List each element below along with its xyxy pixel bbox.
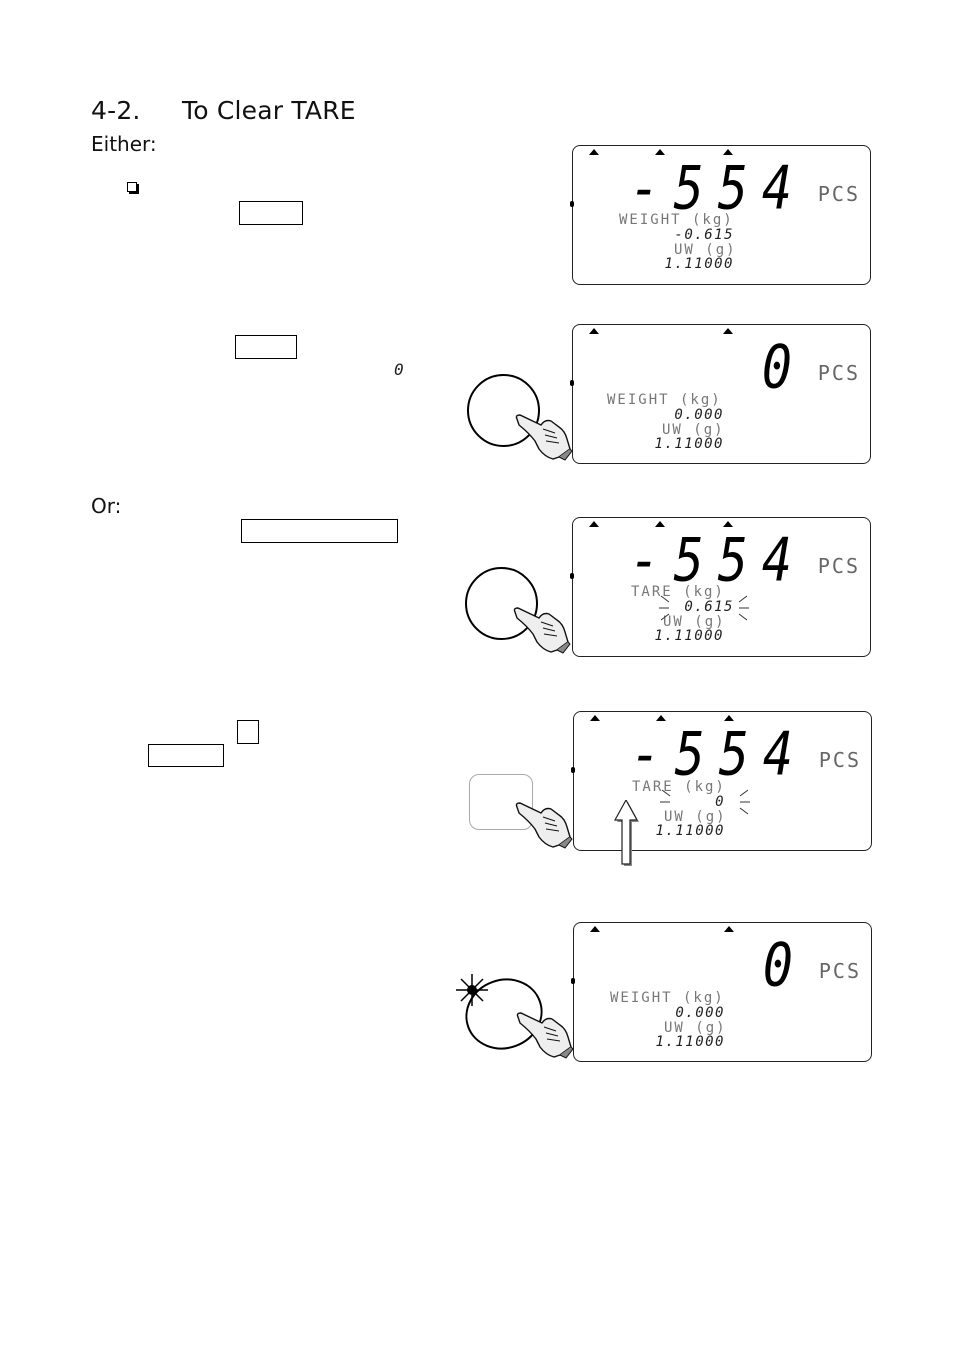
weight-value: 0.000	[674, 407, 724, 423]
checkbox-bullet-icon	[127, 182, 137, 192]
pressing-hand-icon	[513, 607, 571, 654]
side-marker-icon	[570, 201, 574, 207]
weight-value: -0.615	[674, 227, 734, 243]
key-box-3	[241, 519, 398, 543]
side-marker-icon	[570, 573, 574, 579]
uw-value: 1.11000	[654, 628, 724, 644]
count-display: 0	[762, 930, 807, 1000]
count-display: -554	[629, 525, 806, 595]
lcd-panel-2: 0 PCS WEIGHT (kg) 0.000 UW (g) 1.11000	[570, 324, 871, 464]
uw-value: 1.11000	[654, 436, 724, 452]
count-display: -554	[629, 153, 806, 223]
inline-display-digit: 0	[394, 360, 404, 379]
flashing-marks-icon	[659, 595, 749, 621]
key-box-4	[237, 720, 259, 744]
up-arrow-icon	[613, 800, 639, 866]
uw-value: 1.11000	[655, 1034, 725, 1050]
or-label: Or:	[91, 494, 122, 518]
weight-value: 0.000	[675, 1005, 725, 1021]
unit-label: PCS	[817, 554, 860, 578]
key-box-5	[148, 744, 224, 767]
unit-label: PCS	[817, 182, 860, 206]
count-display: -554	[630, 719, 807, 789]
unit-label: PCS	[818, 959, 861, 983]
indicator-triangle-icon	[590, 715, 600, 721]
section-title: To Clear TARE	[182, 96, 356, 125]
indicator-triangle-icon	[590, 926, 600, 932]
indicator-triangle-icon	[723, 328, 733, 334]
unit-label: PCS	[817, 361, 860, 385]
pressing-hand-icon	[515, 802, 573, 849]
weight-label: WEIGHT (kg)	[610, 990, 725, 1006]
pressing-hand-icon	[516, 1012, 574, 1059]
lcd-panel-1: -554 PCS WEIGHT (kg) -0.615 UW (g) 1.110…	[570, 145, 871, 285]
section-heading: 4-2. To Clear TARE	[91, 96, 356, 125]
flashing-marks-icon	[660, 789, 750, 815]
count-display: 0	[761, 332, 806, 402]
indicator-triangle-icon	[589, 521, 599, 527]
indicator-triangle-icon	[589, 149, 599, 155]
indicator-triangle-icon	[589, 328, 599, 334]
side-marker-icon	[571, 767, 575, 773]
uw-value: 1.11000	[664, 256, 734, 272]
uw-value: 1.11000	[655, 823, 725, 839]
side-marker-icon	[571, 978, 575, 984]
either-label: Either:	[91, 132, 157, 156]
weight-label: WEIGHT (kg)	[619, 212, 734, 228]
lcd-panel-5: 0 PCS WEIGHT (kg) 0.000 UW (g) 1.11000	[571, 922, 872, 1062]
unit-label: PCS	[818, 748, 861, 772]
weight-label: WEIGHT (kg)	[607, 392, 722, 408]
key-box-2	[235, 335, 297, 359]
lcd-panel-3: -554 PCS TARE (kg) 0.615 UW (g) 1.11000	[570, 517, 871, 657]
section-number: 4-2.	[91, 96, 141, 125]
side-marker-icon	[570, 380, 574, 386]
pressing-hand-icon	[515, 414, 573, 461]
key-box-1	[239, 201, 303, 225]
indicator-triangle-icon	[724, 926, 734, 932]
